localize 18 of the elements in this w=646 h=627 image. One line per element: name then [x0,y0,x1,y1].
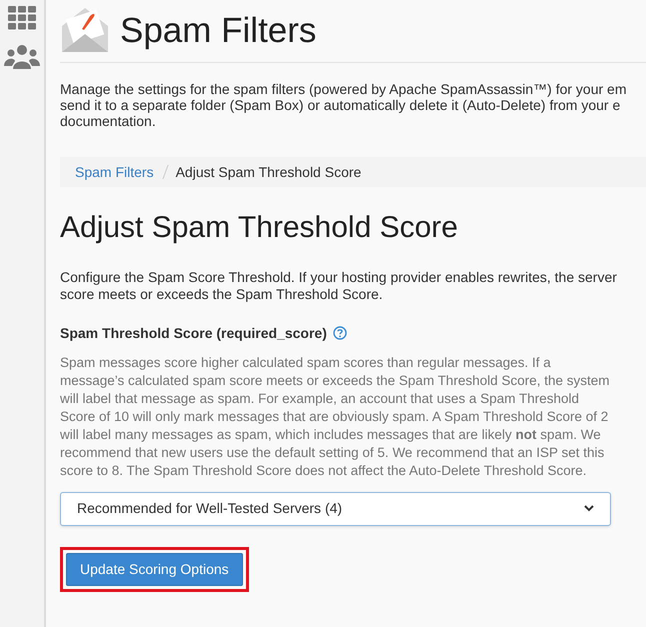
section-heading: Adjust Spam Threshold Score [60,210,459,246]
description-text: score meets or exceeds the Spam Threshold Score. [60,286,383,302]
grid-icon[interactable] [8,6,36,30]
users-icon[interactable] [4,44,40,70]
intro-text: Manage the settings for the spam filters (powered by Apache SpamAssassin™) for your em [60,81,626,97]
chevron-down-icon [584,505,594,512]
help-icon[interactable] [332,326,347,340]
intro-text: documentation. [60,113,156,129]
breadcrumb-current: Adjust Spam Threshold Score [176,162,362,182]
description-text: Configure the Spam Score Threshold. If your hosting provider enables rewrites, the server [60,268,617,286]
field-label: Spam Threshold Score (required_score) [60,324,327,343]
intro-text: send it to a separate folder (Spam Box) or automatically delete it (Auto-Delete) from your e [60,97,620,113]
envelope-icon [60,6,110,54]
breadcrumb-link[interactable]: Spam Filters [75,162,154,182]
score-select[interactable]: Recommended for Well-Tested Servers (4) [60,492,611,526]
page-title: Spam Filters [120,12,316,48]
update-button[interactable]: Update Scoring Options [66,552,243,586]
help-text: Spam messages score higher calculated spam scores than regular messages. If a message’s calculated spam score meets or exceeds the Spam Threshold Score, the system will label that message as spam. For example, an account that uses a Spam Threshold Score of 10 will only mark messages that are obviously spam. A Spam Threshold Score of 2 will label many messages as spam, which includes messages that are likely not spam. We recommend that new users use the default setting of 5. We recommend that an ISP set this score to 8. The Spam Threshold Score does not affect the Auto-Delete Threshold Score. [60,354,611,480]
